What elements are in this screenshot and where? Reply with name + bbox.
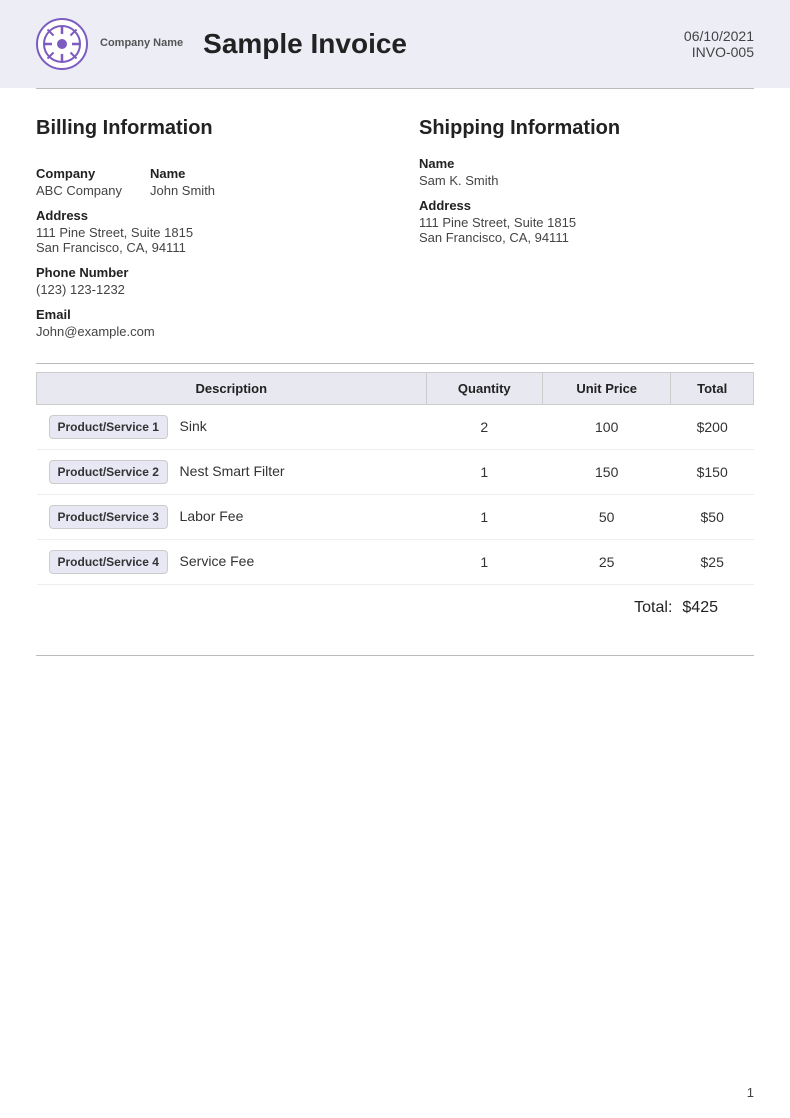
cell-quantity-0: 2 [426, 405, 542, 450]
billing-email-value: John@example.com [36, 324, 371, 339]
invoice-date: 06/10/2021 [684, 28, 754, 44]
cell-description-0: Product/Service 1 Sink [37, 405, 427, 450]
invoice-table: Description Quantity Unit Price Total Pr… [36, 372, 754, 585]
billing-phone-block: Phone Number (123) 123-1232 [36, 265, 371, 297]
table-section: Description Quantity Unit Price Total Pr… [0, 364, 790, 655]
billing-title: Billing Information [36, 117, 371, 140]
billing-company-label: Company [36, 166, 126, 181]
shipping-address-line2: San Francisco, CA, 94111 [419, 230, 754, 245]
header-left: Company Name Sample Invoice [36, 18, 407, 70]
shipping-name-value: Sam K. Smith [419, 173, 754, 188]
billing-phone-value: (123) 123-1232 [36, 282, 371, 297]
cell-total-0: $200 [671, 405, 754, 450]
row-label-3: Product/Service 4 [49, 550, 168, 574]
invoice-page: Company Name Sample Invoice 06/10/2021 I… [0, 0, 790, 1118]
billing-address-block: Address 111 Pine Street, Suite 1815 San … [36, 208, 371, 255]
billing-phone-label: Phone Number [36, 265, 371, 280]
billing-email-block: Email John@example.com [36, 307, 371, 339]
shipping-address-line1: 111 Pine Street, Suite 1815 [419, 215, 754, 230]
shipping-column: Shipping Information Name Sam K. Smith A… [395, 117, 754, 339]
shipping-address-block: Address 111 Pine Street, Suite 1815 San … [419, 198, 754, 245]
billing-address-line2: San Francisco, CA, 94111 [36, 240, 371, 255]
billing-company-value: ABC Company [36, 183, 126, 198]
billing-company-col: Company ABC Company [36, 156, 126, 198]
header-right: 06/10/2021 INVO-005 [684, 28, 754, 60]
billing-address-label: Address [36, 208, 371, 223]
company-name-text: Company Name [100, 37, 183, 50]
table-row: Product/Service 1 Sink 2 100 $200 [37, 405, 754, 450]
invoice-header: Company Name Sample Invoice 06/10/2021 I… [0, 0, 790, 88]
cell-quantity-3: 1 [426, 540, 542, 585]
cell-total-3: $25 [671, 540, 754, 585]
row-label-1: Product/Service 2 [49, 460, 168, 484]
billing-column: Billing Information Company ABC Company … [36, 117, 395, 339]
total-label: Total: [634, 599, 672, 617]
shipping-name-label: Name [419, 156, 754, 171]
shipping-title: Shipping Information [419, 117, 754, 140]
col-header-description: Description [37, 373, 427, 405]
cell-quantity-1: 1 [426, 450, 542, 495]
logo-icon [42, 24, 82, 64]
info-section: Billing Information Company ABC Company … [0, 89, 790, 363]
total-amount: $425 [682, 599, 718, 617]
cell-description-2: Product/Service 3 Labor Fee [37, 495, 427, 540]
cell-unit-price-1: 150 [543, 450, 671, 495]
billing-name-label: Name [150, 166, 240, 181]
cell-description-3: Product/Service 4 Service Fee [37, 540, 427, 585]
col-header-unit-price: Unit Price [543, 373, 671, 405]
cell-unit-price-2: 50 [543, 495, 671, 540]
billing-name-col: Name John Smith [150, 156, 240, 198]
billing-name-value: John Smith [150, 183, 240, 198]
billing-email-label: Email [36, 307, 371, 322]
cell-total-1: $150 [671, 450, 754, 495]
cell-unit-price-3: 25 [543, 540, 671, 585]
table-row: Product/Service 3 Labor Fee 1 50 $50 [37, 495, 754, 540]
cell-unit-price-0: 100 [543, 405, 671, 450]
col-header-total: Total [671, 373, 754, 405]
cell-description-1: Product/Service 2 Nest Smart Filter [37, 450, 427, 495]
cell-total-2: $50 [671, 495, 754, 540]
row-label-0: Product/Service 1 [49, 415, 168, 439]
billing-name-company-row: Company ABC Company Name John Smith [36, 156, 371, 198]
bottom-divider [36, 655, 754, 656]
company-logo [36, 18, 88, 70]
page-number: 1 [747, 1085, 754, 1100]
cell-quantity-2: 1 [426, 495, 542, 540]
table-header-row: Description Quantity Unit Price Total [37, 373, 754, 405]
invoice-number: INVO-005 [684, 44, 754, 60]
table-row: Product/Service 4 Service Fee 1 25 $25 [37, 540, 754, 585]
row-label-2: Product/Service 3 [49, 505, 168, 529]
billing-address-line1: 111 Pine Street, Suite 1815 [36, 225, 371, 240]
table-row: Product/Service 2 Nest Smart Filter 1 15… [37, 450, 754, 495]
col-header-quantity: Quantity [426, 373, 542, 405]
shipping-name-block: Name Sam K. Smith [419, 156, 754, 188]
shipping-address-label: Address [419, 198, 754, 213]
invoice-title: Sample Invoice [203, 28, 407, 60]
total-container: Total: $425 [36, 585, 754, 631]
